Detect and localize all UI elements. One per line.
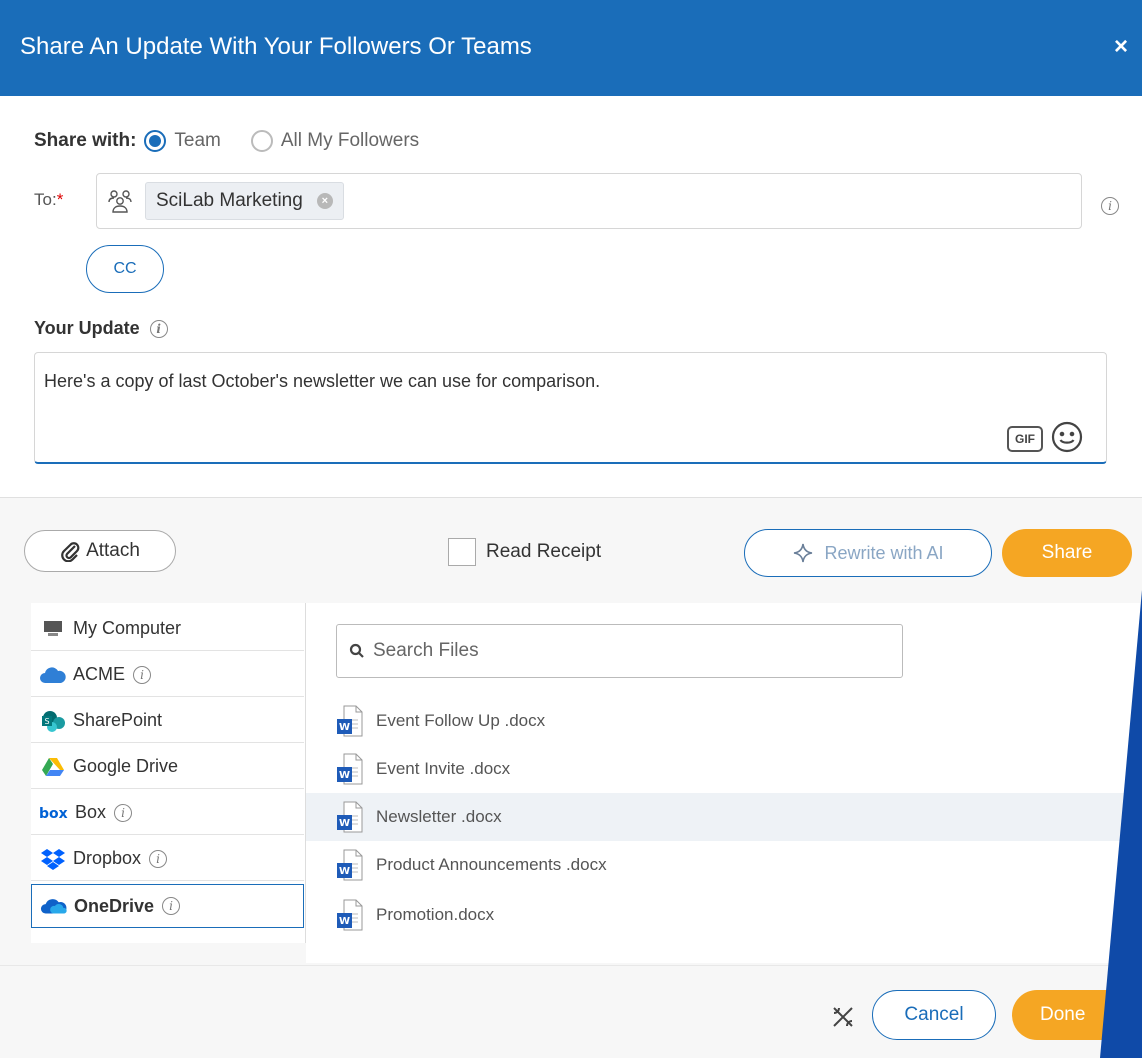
file-browser: Search Files W Event Follow Up .docx W E… <box>306 603 1142 963</box>
paperclip-icon <box>61 542 80 562</box>
required-mark: * <box>56 190 64 209</box>
your-update-heading: Your Update i <box>34 318 168 339</box>
source-info-icon[interactable]: i <box>149 849 168 868</box>
file-name: Newsletter .docx <box>376 807 502 826</box>
file-name: Event Follow Up .docx <box>376 711 546 730</box>
source-box[interactable]: box Box i <box>31 791 304 835</box>
rewrite-label: Rewrite with AI <box>824 542 944 563</box>
onedrive-icon <box>40 895 68 917</box>
update-text[interactable]: Here's a copy of last October's newslett… <box>44 371 600 392</box>
file-row[interactable]: W Event Invite .docx <box>306 745 1142 793</box>
word-doc-icon: W <box>337 705 363 737</box>
rewrite-with-ai-button[interactable]: Rewrite with AI <box>744 529 992 577</box>
source-info-icon[interactable]: i <box>162 897 181 915</box>
svg-text:W: W <box>339 916 350 927</box>
attach-button[interactable]: Attach <box>24 530 176 572</box>
read-receipt-checkbox[interactable] <box>448 538 476 566</box>
read-receipt-label: Read Receipt <box>486 541 602 562</box>
source-info-icon[interactable]: i <box>114 803 133 822</box>
box-icon: box <box>39 802 71 824</box>
google-drive-icon <box>39 756 67 778</box>
radio-all-followers-indicator[interactable] <box>250 130 273 152</box>
radio-team-label: Team <box>174 130 221 151</box>
update-info-icon[interactable]: i <box>149 319 168 338</box>
cc-button[interactable]: CC <box>86 245 164 293</box>
remove-recipient-icon[interactable]: × <box>316 193 333 209</box>
to-label: To:* <box>34 190 63 210</box>
to-info-icon[interactable]: i <box>1101 197 1119 215</box>
svg-text:W: W <box>339 722 350 733</box>
source-dropbox[interactable]: Dropbox i <box>31 837 304 881</box>
recipient-chip: SciLab Marketing × <box>145 182 344 220</box>
source-info-icon[interactable]: i <box>133 665 152 684</box>
file-name: Event Invite .docx <box>376 759 511 778</box>
gif-button[interactable]: GIF <box>1007 426 1043 452</box>
word-doc-icon: W <box>337 899 363 931</box>
emoji-icon[interactable] <box>1050 420 1084 459</box>
radio-all-followers-label: All My Followers <box>280 130 420 151</box>
recipient-name: SciLab Marketing <box>156 190 303 211</box>
to-label-text: To: <box>34 190 57 209</box>
source-label: OneDrive <box>74 895 155 916</box>
cloud-icon <box>39 664 67 686</box>
team-icon <box>107 188 133 219</box>
svg-text:W: W <box>339 770 350 781</box>
source-label: ACME <box>73 664 126 684</box>
file-row[interactable]: W Event Follow Up .docx <box>306 697 1142 745</box>
modal-title: Share An Update With Your Followers Or T… <box>20 33 532 60</box>
share-update-modal: Share An Update With Your Followers Or T… <box>0 0 1142 1058</box>
file-name: Product Announcements .docx <box>376 855 607 874</box>
source-onedrive[interactable]: OneDrive i <box>31 884 304 928</box>
source-list: My Computer ACME i S SharePoint Google D… <box>31 603 306 943</box>
tools-icon[interactable] <box>830 1004 856 1035</box>
read-receipt-toggle[interactable]: Read Receipt <box>448 538 601 566</box>
radio-team-indicator[interactable] <box>144 130 167 152</box>
done-button[interactable]: Done <box>1012 990 1142 1040</box>
close-button[interactable]: × <box>1108 34 1134 60</box>
attach-label: Attach <box>86 540 140 561</box>
share-with-label: Share with: <box>34 130 137 151</box>
source-sharepoint[interactable]: S SharePoint <box>31 699 304 743</box>
source-my-computer[interactable]: My Computer <box>31 607 304 651</box>
source-label: Google Drive <box>73 756 179 776</box>
dropbox-icon <box>39 848 67 870</box>
search-icon <box>349 643 364 658</box>
file-name: Promotion.docx <box>376 905 495 924</box>
search-placeholder: Search Files <box>373 640 479 661</box>
cancel-button[interactable]: Cancel <box>872 990 996 1040</box>
svg-text:box: box <box>39 806 68 820</box>
sharepoint-icon: S <box>39 710 67 732</box>
word-doc-icon: W <box>337 801 363 833</box>
modal-header: Share An Update With Your Followers Or T… <box>0 0 1142 96</box>
source-label: Box <box>75 802 107 822</box>
your-update-label: Your Update <box>34 318 140 338</box>
radio-team[interactable]: Team <box>144 130 221 152</box>
search-files-input[interactable]: Search Files <box>336 624 903 678</box>
source-label: Dropbox <box>73 848 142 868</box>
svg-text:W: W <box>339 866 350 877</box>
sparkle-icon <box>794 543 813 563</box>
file-row[interactable]: W Promotion.docx <box>306 891 1142 939</box>
share-button[interactable]: Share <box>1002 529 1132 577</box>
file-row[interactable]: W Newsletter .docx <box>306 793 1142 841</box>
source-google-drive[interactable]: Google Drive <box>31 745 304 789</box>
file-row[interactable]: W Product Announcements .docx <box>306 841 1142 889</box>
word-doc-icon: W <box>337 849 363 881</box>
svg-text:S: S <box>44 717 49 726</box>
source-label: My Computer <box>73 618 182 638</box>
source-acme[interactable]: ACME i <box>31 653 304 697</box>
to-field[interactable]: SciLab Marketing × <box>96 173 1082 229</box>
share-with-group: Share with: Team All My Followers <box>34 130 449 152</box>
svg-text:W: W <box>339 818 350 829</box>
word-doc-icon: W <box>337 753 363 785</box>
source-label: SharePoint <box>73 710 163 730</box>
update-textarea[interactable]: Here's a copy of last October's newslett… <box>34 352 1107 464</box>
radio-all-followers[interactable]: All My Followers <box>250 130 420 152</box>
computer-icon <box>39 618 67 640</box>
